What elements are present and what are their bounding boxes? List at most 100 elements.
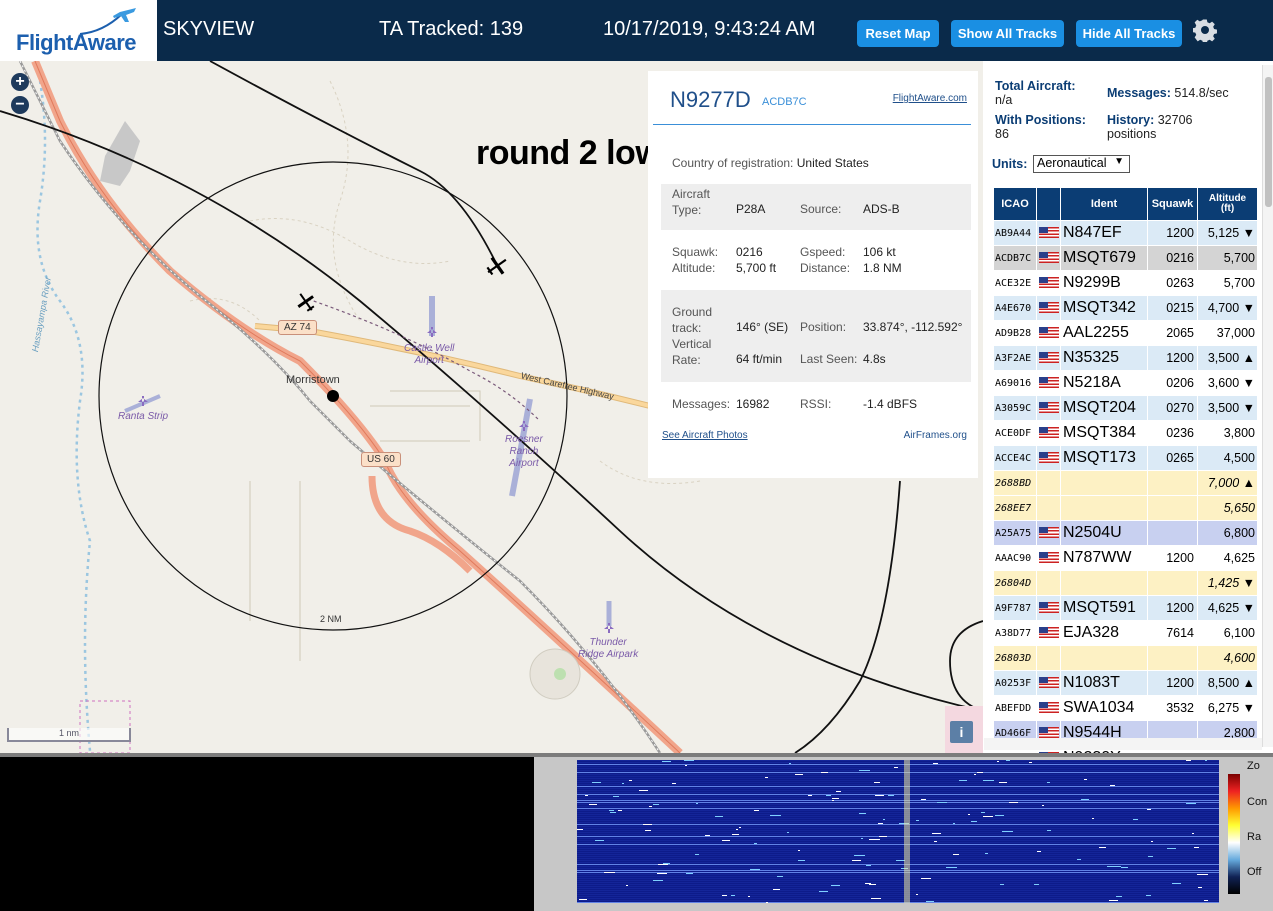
gear-icon[interactable] — [1193, 18, 1217, 42]
airport-label-roesner: Roesner Ranch Airport — [505, 434, 543, 469]
table-row[interactable]: A25A75 N2504U 6,800 — [993, 520, 1258, 546]
flightaware-logo[interactable]: FlightAware — [0, 0, 157, 61]
us-flag-icon — [1039, 227, 1059, 239]
waterfall-speck — [985, 853, 988, 854]
column-header-altitude[interactable]: Altitude (ft) — [1197, 187, 1258, 221]
column-header-ident[interactable]: Ident — [1060, 187, 1148, 221]
us-flag-icon — [1039, 527, 1059, 539]
aircraft-type-label: Aircraft Type: — [672, 187, 711, 217]
rssi-label: RSSI: — [800, 397, 832, 411]
waterfall-speck — [789, 763, 791, 764]
waterfall-speck — [585, 795, 588, 796]
table-row[interactable]: A3059C MSQT204 0270 3,500 ▼ — [993, 395, 1258, 421]
table-row[interactable]: ACCE4C MSQT173 0265 4,500 — [993, 445, 1258, 471]
squawk-cell: 0265 — [1147, 445, 1198, 471]
flag-cell — [1036, 320, 1061, 346]
waterfall-line — [577, 770, 1219, 771]
table-row[interactable]: 2688BD 7,000 ▲ — [993, 470, 1258, 496]
flightaware-link[interactable]: FlightAware.com — [893, 93, 967, 104]
table-row[interactable]: AAAC90 N787WW 1200 4,625 — [993, 545, 1258, 571]
waterfall-speck — [926, 901, 934, 902]
waterfall-speck — [754, 810, 759, 811]
aircraft-icon[interactable] — [484, 253, 510, 279]
aircraft-icon[interactable] — [294, 290, 318, 314]
messages-stat: Messages: 514.8/sec — [1107, 86, 1229, 100]
table-row[interactable]: ACE32E N9299B 0263 5,700 — [993, 270, 1258, 296]
sidebar-horizontal-scrollbar[interactable] — [984, 738, 1262, 750]
table-row[interactable]: ABEFDD SWA1034 3532 6,275 ▼ — [993, 695, 1258, 721]
squawk-cell — [1147, 495, 1198, 521]
reset-map-button[interactable]: Reset Map — [857, 20, 939, 47]
source-label: Source: — [800, 202, 842, 216]
waterfall-speck — [832, 798, 839, 799]
ground-track-value: 146° (SE) — [736, 320, 789, 334]
table-row[interactable]: 26803D 4,600 — [993, 645, 1258, 671]
waterfall-speck — [916, 894, 918, 895]
altitude-cell: 3,500 ▲ — [1197, 345, 1258, 371]
table-row[interactable]: A0253F N1083T 1200 8,500 ▲ — [993, 670, 1258, 696]
waterfall-line — [577, 818, 1219, 819]
zoom-out-button[interactable]: − — [11, 96, 29, 114]
waterfall-line — [577, 802, 1219, 803]
show-all-tracks-button[interactable]: Show All Tracks — [951, 20, 1064, 47]
waterfall-speck — [643, 824, 652, 825]
altitude-cell: 4,625 ▼ — [1197, 595, 1258, 621]
column-header-flag[interactable] — [1036, 187, 1061, 221]
us-flag-icon — [1039, 402, 1059, 414]
table-row[interactable]: AD9B28 AAL2255 2065 37,000 — [993, 320, 1258, 346]
map-info-button[interactable]: i — [950, 721, 973, 743]
zoom-in-button[interactable]: + — [11, 73, 29, 91]
icao-cell: A3F2AE — [993, 345, 1037, 371]
waterfall-speck — [1167, 848, 1176, 849]
waterfall-speck — [981, 812, 985, 813]
waterfall-line — [577, 902, 1219, 903]
waterfall-speck — [736, 829, 738, 830]
squawk-cell: 2065 — [1147, 320, 1198, 346]
waterfall-line — [577, 772, 1219, 773]
waterfall-speck — [1205, 760, 1207, 761]
altitude-cell: 4,700 ▼ — [1197, 295, 1258, 321]
table-row[interactable]: A9F787 MSQT591 1200 4,625 ▼ — [993, 595, 1258, 621]
waterfall-line — [577, 888, 1219, 889]
waterfall-line — [577, 808, 1219, 809]
table-row[interactable]: ACE0DF MSQT384 0236 3,800 — [993, 420, 1258, 446]
waterfall-speck — [629, 780, 632, 781]
waterfall-line — [577, 806, 1219, 807]
column-header-squawk[interactable]: Squawk — [1147, 187, 1198, 221]
column-header-icao[interactable]: ICAO — [993, 187, 1037, 221]
sidebar-scrollbar[interactable] — [1262, 65, 1273, 747]
airframes-link[interactable]: AirFrames.org — [904, 430, 967, 441]
table-row[interactable]: A4E670 MSQT342 0215 4,700 ▼ — [993, 295, 1258, 321]
table-row[interactable]: 26804D 1,425 ▼ — [993, 570, 1258, 596]
us-flag-icon — [1039, 302, 1059, 314]
waterfall-speck — [999, 782, 1007, 783]
waterfall-line — [577, 804, 1219, 805]
waterfall-line — [577, 886, 1219, 887]
flag-cell — [1036, 245, 1061, 271]
hide-all-tracks-button[interactable]: Hide All Tracks — [1076, 20, 1182, 47]
altitude-cell: 5,125 ▼ — [1197, 220, 1258, 246]
waterfall-line — [577, 896, 1219, 897]
waterfall-speck — [879, 836, 887, 837]
waterfall-line — [577, 788, 1219, 789]
scrollbar-thumb[interactable] — [1265, 77, 1272, 207]
waterfall-speck — [684, 760, 694, 761]
table-row[interactable]: AB9A44 N847EF 1200 5,125 ▼ — [993, 220, 1258, 246]
position-label: Position: — [800, 320, 847, 334]
waterfall-line — [577, 882, 1219, 883]
table-row[interactable]: A69016 N5218A 0206 3,600 ▼ — [993, 370, 1258, 396]
with-positions-label: With Positions: — [995, 113, 1086, 127]
ground-track-label: Ground track: — [672, 305, 713, 335]
table-row[interactable]: A38D77 EJA328 7614 6,100 — [993, 620, 1258, 646]
table-row[interactable]: A3F2AE N35325 1200 3,500 ▲ — [993, 345, 1258, 371]
squawk-cell: 0270 — [1147, 395, 1198, 421]
aircraft-photos-link[interactable]: See Aircraft Photos — [662, 430, 748, 441]
table-row[interactable]: 268EE7 5,650 — [993, 495, 1258, 521]
waterfall-speck — [916, 820, 919, 821]
app-name: SKYVIEW — [163, 18, 255, 40]
us-flag-icon — [1039, 702, 1059, 714]
table-row[interactable]: ACDB7C MSQT679 0216 5,700 — [993, 245, 1258, 271]
waterfall-line — [577, 826, 1219, 827]
waterfall-speck — [1034, 884, 1039, 885]
units-select[interactable]: Aeronautical ▼ — [1033, 155, 1130, 173]
